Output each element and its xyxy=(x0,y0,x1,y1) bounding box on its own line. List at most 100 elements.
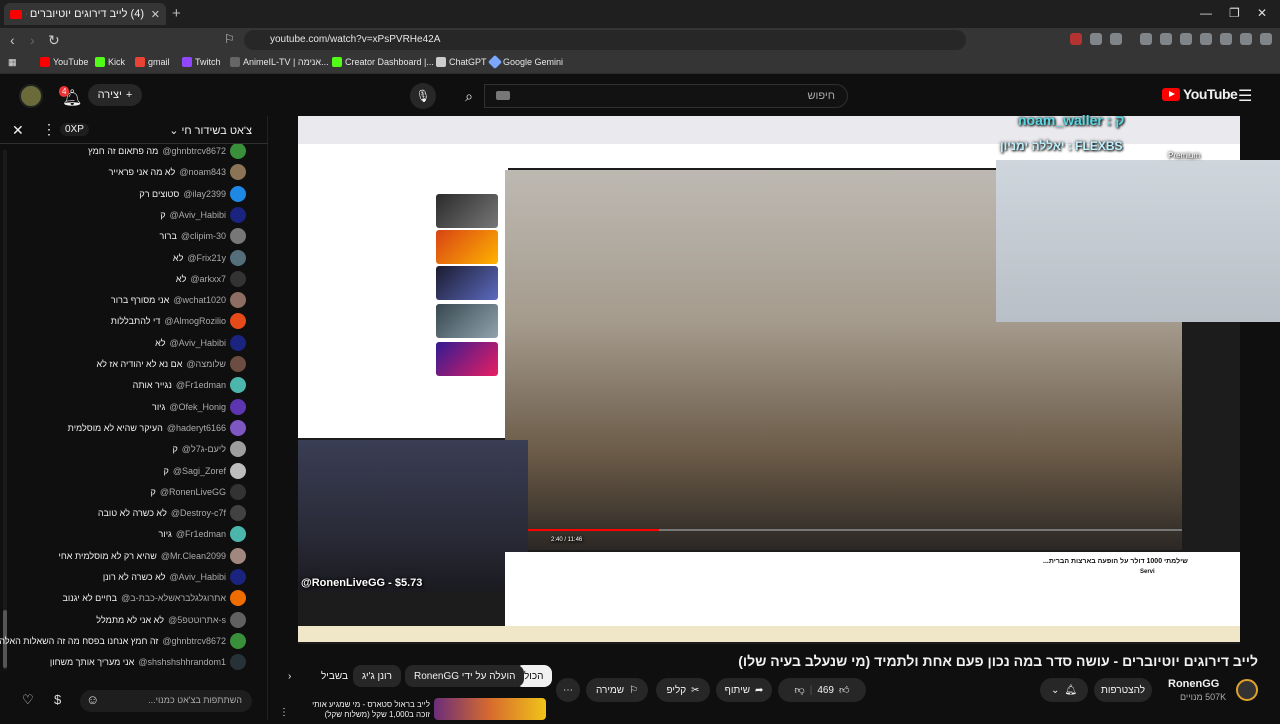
bookmark-creator-dashboard[interactable]: Creator Dashboard |... xyxy=(332,57,434,67)
bookmark-gemini[interactable]: Google Gemini xyxy=(487,54,563,70)
music-icon[interactable] xyxy=(1160,33,1172,45)
chips-prev-icon[interactable]: ‹ xyxy=(284,665,295,687)
forward-icon[interactable]: › xyxy=(30,32,35,48)
next-video-menu-icon[interactable]: ⋮ xyxy=(276,700,292,724)
chat-avatar[interactable] xyxy=(230,398,246,415)
bookmark-youtube[interactable]: YouTube xyxy=(40,57,88,67)
reload-icon[interactable]: ↻ xyxy=(48,32,60,49)
bookmark-gmail[interactable]: gmail xyxy=(135,57,170,67)
chat-title[interactable]: צ'אט בשידור חי ⌄ xyxy=(169,124,252,137)
browser-tab[interactable]: (4) לייב דירוגים יוטיוברים - עשו ✕ xyxy=(4,3,166,25)
chat-avatar[interactable] xyxy=(230,483,246,500)
join-button[interactable]: להצטרפות xyxy=(1094,678,1152,702)
chat-avatar[interactable] xyxy=(230,569,246,585)
chat-username[interactable]: @Fr1edman xyxy=(176,380,226,390)
chat-username[interactable]: @אתרוטטפ5-s xyxy=(168,615,226,625)
apps-grid-icon[interactable]: ▦ xyxy=(8,57,17,68)
extension-icon[interactable] xyxy=(1070,33,1082,45)
chat-avatar[interactable] xyxy=(230,206,246,223)
youtube-logo[interactable]: YouTube xyxy=(1162,86,1238,102)
next-video-title[interactable]: לייב בראול סטארס - מי שמגיע אותי זוכה ב1… xyxy=(296,700,430,719)
more-actions-icon[interactable]: ⋯ xyxy=(556,678,580,702)
shield-icon[interactable] xyxy=(1240,33,1252,45)
avatar[interactable] xyxy=(19,84,43,108)
super-chat-icon[interactable]: $ xyxy=(54,692,61,707)
channel-name[interactable]: RonenGG xyxy=(1168,678,1219,690)
share-button[interactable]: ➦ שיתוף xyxy=(716,678,772,702)
wallet-icon[interactable] xyxy=(1200,33,1212,45)
chat-avatar[interactable] xyxy=(230,313,246,330)
close-chat-icon[interactable]: ✕ xyxy=(12,122,24,139)
hamburger-menu-icon[interactable]: ☰ xyxy=(1238,86,1252,106)
chat-avatar[interactable] xyxy=(230,185,246,202)
chat-username[interactable]: @Ofek_Honig xyxy=(169,402,226,412)
bookmark-animeil[interactable]: AnimeIL-TV | אנימה... xyxy=(230,57,329,67)
more-options-icon[interactable]: ⋮ xyxy=(42,121,56,138)
maximize-icon[interactable]: ❐ xyxy=(1229,6,1240,20)
chat-avatar[interactable] xyxy=(230,144,246,159)
chat-username[interactable]: @ghnbtrcv8672 xyxy=(162,146,226,156)
chat-username[interactable]: @RonenLiveGG xyxy=(160,487,226,497)
chat-username[interactable]: @clipim-30 xyxy=(181,231,226,241)
chat-username[interactable]: @noam843 xyxy=(179,167,226,177)
chat-username[interactable]: @Mr.Clean2099 xyxy=(161,551,226,561)
chat-username[interactable]: @Frix21y xyxy=(187,253,226,263)
like-count[interactable]: 469 xyxy=(817,685,834,696)
chat-avatar[interactable] xyxy=(230,526,246,543)
chat-avatar[interactable] xyxy=(230,654,246,671)
bookmark-chatgpt[interactable]: ChatGPT xyxy=(436,57,487,67)
chat-avatar[interactable] xyxy=(230,462,246,479)
chat-username[interactable]: @Destroy-c7f xyxy=(171,508,226,518)
search-icon[interactable]: ⌕ xyxy=(454,84,484,108)
chat-avatar[interactable] xyxy=(230,164,246,181)
chip-ronen[interactable]: רונן ג'יג xyxy=(353,665,401,687)
menu-icon[interactable] xyxy=(1260,33,1272,45)
chat-avatar[interactable] xyxy=(230,228,246,245)
chat-username[interactable]: @arkxx7 xyxy=(190,274,226,284)
chat-username[interactable]: @Aviv_Habibi xyxy=(170,210,227,220)
save-button[interactable]: ⚐ שמירה xyxy=(586,678,648,702)
chat-avatar[interactable] xyxy=(230,334,246,351)
clip-button[interactable]: ✂ קליפ xyxy=(656,678,710,702)
extension-icon[interactable] xyxy=(1110,33,1122,45)
voice-search-icon[interactable]: 🎙︎ xyxy=(410,83,436,109)
chip-uploaded-by[interactable]: הועלה על ידי RonenGG xyxy=(405,665,525,687)
sidebar-icon[interactable] xyxy=(1180,33,1192,45)
next-video-thumbnail[interactable] xyxy=(434,698,546,720)
chat-avatar[interactable] xyxy=(230,441,246,458)
chat-avatar[interactable] xyxy=(230,356,246,372)
chat-avatar[interactable] xyxy=(230,377,246,394)
search-input[interactable]: חיפוש xyxy=(484,84,848,108)
minimize-icon[interactable]: — xyxy=(1200,6,1212,20)
chat-username[interactable]: @Aviv_Habibi xyxy=(170,572,227,582)
chat-username[interactable]: @Fr1edman xyxy=(176,529,226,539)
xp-badge[interactable]: 0XP xyxy=(60,123,89,136)
chat-avatar[interactable] xyxy=(230,505,246,522)
chat-avatar[interactable] xyxy=(230,419,246,436)
url-field[interactable]: youtube.com/watch?v=xPsPVRHe42A xyxy=(244,30,966,50)
chat-avatar[interactable] xyxy=(230,547,246,564)
chat-username[interactable]: @ilay2399 xyxy=(183,189,226,199)
bookmark-twitch[interactable]: Twitch xyxy=(182,57,221,67)
chat-input[interactable]: השתתפות בצ'אט כמנוי... xyxy=(80,690,252,712)
dislike-icon[interactable]: 👎︎ xyxy=(795,684,805,696)
chat-username[interactable]: @Sagi_Zoref xyxy=(173,466,226,476)
bookmark-icon[interactable]: ⚐ xyxy=(224,32,235,46)
like-icon[interactable]: 👍︎ xyxy=(839,684,849,696)
back-icon[interactable]: ‹ xyxy=(10,32,15,48)
emoji-icon[interactable]: ☺ xyxy=(86,692,99,707)
chat-avatar[interactable] xyxy=(230,249,246,266)
puzzle-icon[interactable] xyxy=(1090,33,1102,45)
chat-username[interactable]: @ghnbtrcv8672 xyxy=(162,636,226,646)
chat-username[interactable]: @ליעם-ג7ל xyxy=(182,444,226,454)
new-tab-icon[interactable]: + xyxy=(172,5,181,22)
chat-username[interactable]: @wchat1020 xyxy=(173,295,226,305)
channel-avatar[interactable] xyxy=(1236,679,1258,701)
download-icon[interactable] xyxy=(1140,33,1152,45)
close-window-icon[interactable]: ✕ xyxy=(1257,6,1267,20)
chat-username[interactable]: @haderyt6166 xyxy=(167,423,226,433)
chat-avatar[interactable] xyxy=(230,590,246,607)
vpn-icon[interactable] xyxy=(1220,33,1232,45)
chat-username[interactable]: @Aviv_Habibi xyxy=(170,338,227,348)
chat-avatar[interactable] xyxy=(230,632,246,649)
